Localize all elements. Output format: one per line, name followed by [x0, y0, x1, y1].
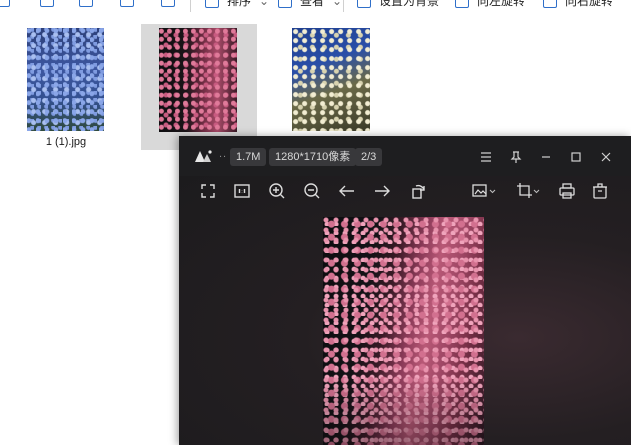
- rotate-icon[interactable]: [408, 181, 428, 201]
- rotate-right-button[interactable]: 向右旋转: [543, 0, 613, 9]
- toolbar-separator: [190, 0, 191, 12]
- menu-icon[interactable]: [477, 148, 495, 166]
- displayed-image[interactable]: [323, 217, 484, 445]
- chevron-down-icon: ⌄: [259, 0, 270, 8]
- next-icon[interactable]: [372, 181, 392, 201]
- file-thumbnail: [292, 28, 370, 131]
- position-badge: 2/3: [355, 148, 383, 166]
- image-viewer-window[interactable]: .. 1.7M 1280*1710像素 2/3: [179, 136, 631, 445]
- pin-icon[interactable]: [507, 148, 525, 166]
- crop-icon[interactable]: [515, 181, 541, 201]
- rotate-right-icon: [543, 0, 557, 8]
- rotate-left-icon: [455, 0, 469, 8]
- app-logo-icon: [195, 150, 212, 162]
- resolution-badge: 1280*1710像素: [269, 148, 357, 166]
- background-icon: [357, 0, 371, 8]
- file-size-badge: 1.7M: [230, 148, 267, 166]
- file-thumbnail: [159, 28, 237, 132]
- view-label: 查看: [300, 0, 325, 8]
- chevron-down-icon: ⌄: [332, 0, 343, 8]
- image-edit-icon[interactable]: [471, 181, 497, 201]
- sort-button[interactable]: 排序 ⌄: [205, 0, 269, 9]
- actual-size-icon[interactable]: [232, 181, 252, 201]
- set-background-label: 设置为背景: [379, 0, 440, 8]
- sort-icon: [205, 0, 219, 8]
- view-icon: [278, 0, 292, 8]
- close-icon[interactable]: [597, 148, 615, 166]
- maximize-icon[interactable]: [567, 148, 585, 166]
- set-background-button[interactable]: 设置为背景: [357, 0, 439, 9]
- zoom-in-icon[interactable]: [267, 181, 287, 201]
- file-tile-1[interactable]: 1 (1).jpg: [22, 22, 110, 150]
- file-tile-3[interactable]: [283, 22, 379, 134]
- print-icon[interactable]: [557, 181, 577, 201]
- delete-icon[interactable]: [161, 0, 175, 7]
- previous-icon[interactable]: [337, 181, 357, 201]
- explorer-toolbar: 排序 ⌄ 查看 ⌄ 设置为背景 向左旋转 向右旋转: [0, 0, 631, 12]
- minimize-icon[interactable]: [537, 148, 555, 166]
- file-tile-2[interactable]: [141, 24, 257, 150]
- rotate-left-button[interactable]: 向左旋转: [455, 0, 525, 9]
- file-thumbnail: [27, 28, 104, 131]
- zoom-out-icon[interactable]: [302, 181, 322, 201]
- view-button[interactable]: 查看 ⌄: [278, 0, 342, 9]
- rotate-right-label: 向右旋转: [565, 0, 614, 8]
- fullscreen-icon[interactable]: [198, 181, 218, 201]
- share-icon[interactable]: [120, 0, 134, 7]
- delete-icon[interactable]: [590, 181, 610, 201]
- file-name: 1 (1).jpg: [45, 136, 87, 148]
- copy-icon[interactable]: [0, 0, 10, 7]
- more-indicator[interactable]: ..: [219, 148, 227, 160]
- toolbar-separator: [343, 0, 344, 12]
- rename-icon[interactable]: [79, 0, 93, 7]
- viewer-titlebar[interactable]: .. 1.7M 1280*1710像素 2/3: [179, 136, 631, 176]
- paste-icon[interactable]: [40, 0, 54, 7]
- rotate-left-label: 向左旋转: [477, 0, 526, 8]
- sort-label: 排序: [227, 0, 252, 8]
